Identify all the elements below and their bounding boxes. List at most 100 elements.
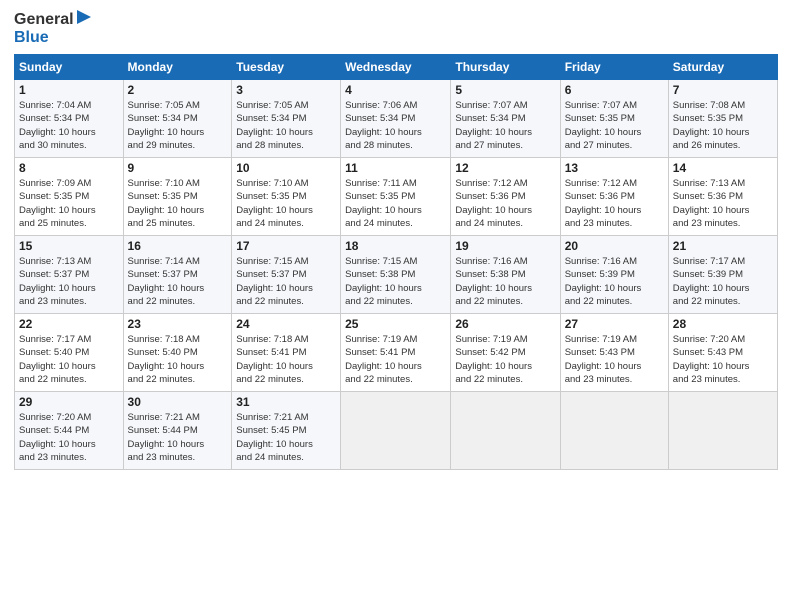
table-row xyxy=(560,392,668,470)
table-row: 24 Sunrise: 7:18 AMSunset: 5:41 PMDayligh… xyxy=(232,314,341,392)
table-row: 19 Sunrise: 7:16 AMSunset: 5:38 PMDayligh… xyxy=(451,236,560,314)
page-container: General Blue Sunday Monday Tuesday Wedne… xyxy=(0,0,792,476)
day-info: Sunrise: 7:16 AMSunset: 5:39 PMDaylight:… xyxy=(565,255,664,308)
day-info: Sunrise: 7:20 AMSunset: 5:43 PMDaylight:… xyxy=(673,333,773,386)
day-info: Sunrise: 7:12 AMSunset: 5:36 PMDaylight:… xyxy=(455,177,555,230)
calendar-week-row: 29 Sunrise: 7:20 AMSunset: 5:44 PMDayligh… xyxy=(15,392,778,470)
day-info: Sunrise: 7:21 AMSunset: 5:45 PMDaylight:… xyxy=(236,411,336,464)
table-row: 11Sunrise: 7:11 AMSunset: 5:35 PMDayligh… xyxy=(341,158,451,236)
day-number: 15 xyxy=(19,239,119,253)
day-number: 2 xyxy=(128,83,228,97)
day-info: Sunrise: 7:17 AMSunset: 5:40 PMDaylight:… xyxy=(19,333,119,386)
day-number: 7 xyxy=(673,83,773,97)
day-number: 19 xyxy=(455,239,555,253)
day-number: 27 xyxy=(565,317,664,331)
table-row: 8Sunrise: 7:09 AMSunset: 5:35 PMDaylight… xyxy=(15,158,124,236)
day-info: Sunrise: 7:10 AMSunset: 5:35 PMDaylight:… xyxy=(128,177,228,230)
day-info: Sunrise: 7:19 AMSunset: 5:42 PMDaylight:… xyxy=(455,333,555,386)
calendar-week-row: 22 Sunrise: 7:17 AMSunset: 5:40 PMDayligh… xyxy=(15,314,778,392)
day-number: 20 xyxy=(565,239,664,253)
logo: General Blue xyxy=(14,10,91,46)
table-row: 22 Sunrise: 7:17 AMSunset: 5:40 PMDayligh… xyxy=(15,314,124,392)
day-info: Sunrise: 7:17 AMSunset: 5:39 PMDaylight:… xyxy=(673,255,773,308)
day-number: 18 xyxy=(345,239,446,253)
day-info: Sunrise: 7:05 AMSunset: 5:34 PMDaylight:… xyxy=(236,99,336,152)
table-row: 27 Sunrise: 7:19 AMSunset: 5:43 PMDayligh… xyxy=(560,314,668,392)
table-row: 23Sunrise: 7:18 AMSunset: 5:40 PMDayligh… xyxy=(123,314,232,392)
day-info: Sunrise: 7:08 AMSunset: 5:35 PMDaylight:… xyxy=(673,99,773,152)
day-number: 25 xyxy=(345,317,446,331)
table-row: 16 Sunrise: 7:14 AMSunset: 5:37 PMDayligh… xyxy=(123,236,232,314)
table-row: 25 Sunrise: 7:19 AMSunset: 5:41 PMDayligh… xyxy=(341,314,451,392)
day-info: Sunrise: 7:19 AMSunset: 5:43 PMDaylight:… xyxy=(565,333,664,386)
col-wednesday: Wednesday xyxy=(341,55,451,80)
header-row: Sunday Monday Tuesday Wednesday Thursday… xyxy=(15,55,778,80)
table-row: 28 Sunrise: 7:20 AMSunset: 5:43 PMDayligh… xyxy=(668,314,777,392)
day-info: Sunrise: 7:14 AMSunset: 5:37 PMDaylight:… xyxy=(128,255,228,308)
col-saturday: Saturday xyxy=(668,55,777,80)
day-number: 13 xyxy=(565,161,664,175)
day-info: Sunrise: 7:05 AMSunset: 5:34 PMDaylight:… xyxy=(128,99,228,152)
calendar-table: Sunday Monday Tuesday Wednesday Thursday… xyxy=(14,54,778,470)
col-tuesday: Tuesday xyxy=(232,55,341,80)
day-info: Sunrise: 7:13 AMSunset: 5:36 PMDaylight:… xyxy=(673,177,773,230)
day-info: Sunrise: 7:15 AMSunset: 5:38 PMDaylight:… xyxy=(345,255,446,308)
day-info: Sunrise: 7:10 AMSunset: 5:35 PMDaylight:… xyxy=(236,177,336,230)
table-row: 21Sunrise: 7:17 AMSunset: 5:39 PMDayligh… xyxy=(668,236,777,314)
day-info: Sunrise: 7:18 AMSunset: 5:41 PMDaylight:… xyxy=(236,333,336,386)
day-number: 14 xyxy=(673,161,773,175)
day-number: 17 xyxy=(236,239,336,253)
table-row: 18 Sunrise: 7:15 AMSunset: 5:38 PMDayligh… xyxy=(341,236,451,314)
day-info: Sunrise: 7:09 AMSunset: 5:35 PMDaylight:… xyxy=(19,177,119,230)
day-number: 29 xyxy=(19,395,119,409)
table-row: 13 Sunrise: 7:12 AMSunset: 5:36 PMDayligh… xyxy=(560,158,668,236)
day-number: 24 xyxy=(236,317,336,331)
table-row: 30Sunrise: 7:21 AMSunset: 5:44 PMDayligh… xyxy=(123,392,232,470)
table-row: 17 Sunrise: 7:15 AMSunset: 5:37 PMDayligh… xyxy=(232,236,341,314)
day-info: Sunrise: 7:20 AMSunset: 5:44 PMDaylight:… xyxy=(19,411,119,464)
header: General Blue xyxy=(14,10,778,46)
day-number: 28 xyxy=(673,317,773,331)
table-row: 26 Sunrise: 7:19 AMSunset: 5:42 PMDayligh… xyxy=(451,314,560,392)
table-row: 6 Sunrise: 7:07 AMSunset: 5:35 PMDaylight… xyxy=(560,80,668,158)
day-number: 1 xyxy=(19,83,119,97)
day-number: 6 xyxy=(565,83,664,97)
table-row: 10 Sunrise: 7:10 AMSunset: 5:35 PMDayligh… xyxy=(232,158,341,236)
day-number: 12 xyxy=(455,161,555,175)
table-row: 3 Sunrise: 7:05 AMSunset: 5:34 PMDaylight… xyxy=(232,80,341,158)
table-row: 20 Sunrise: 7:16 AMSunset: 5:39 PMDayligh… xyxy=(560,236,668,314)
table-row: 14 Sunrise: 7:13 AMSunset: 5:36 PMDayligh… xyxy=(668,158,777,236)
day-info: Sunrise: 7:12 AMSunset: 5:36 PMDaylight:… xyxy=(565,177,664,230)
table-row: 15 Sunrise: 7:13 AMSunset: 5:37 PMDayligh… xyxy=(15,236,124,314)
col-sunday: Sunday xyxy=(15,55,124,80)
day-number: 30 xyxy=(128,395,228,409)
day-number: 26 xyxy=(455,317,555,331)
calendar-week-row: 1 Sunrise: 7:04 AMSunset: 5:34 PMDaylight… xyxy=(15,80,778,158)
table-row: 5 Sunrise: 7:07 AMSunset: 5:34 PMDaylight… xyxy=(451,80,560,158)
table-row: 12 Sunrise: 7:12 AMSunset: 5:36 PMDayligh… xyxy=(451,158,560,236)
day-number: 3 xyxy=(236,83,336,97)
day-number: 11 xyxy=(345,161,446,175)
table-row xyxy=(668,392,777,470)
day-number: 9 xyxy=(128,161,228,175)
day-number: 22 xyxy=(19,317,119,331)
table-row xyxy=(451,392,560,470)
calendar-week-row: 15 Sunrise: 7:13 AMSunset: 5:37 PMDayligh… xyxy=(15,236,778,314)
calendar-week-row: 8Sunrise: 7:09 AMSunset: 5:35 PMDaylight… xyxy=(15,158,778,236)
day-info: Sunrise: 7:16 AMSunset: 5:38 PMDaylight:… xyxy=(455,255,555,308)
table-row: 29 Sunrise: 7:20 AMSunset: 5:44 PMDayligh… xyxy=(15,392,124,470)
day-info: Sunrise: 7:07 AMSunset: 5:35 PMDaylight:… xyxy=(565,99,664,152)
table-row: 4Sunrise: 7:06 AMSunset: 5:34 PMDaylight… xyxy=(341,80,451,158)
day-info: Sunrise: 7:07 AMSunset: 5:34 PMDaylight:… xyxy=(455,99,555,152)
day-number: 10 xyxy=(236,161,336,175)
day-info: Sunrise: 7:15 AMSunset: 5:37 PMDaylight:… xyxy=(236,255,336,308)
table-row xyxy=(341,392,451,470)
day-number: 16 xyxy=(128,239,228,253)
col-thursday: Thursday xyxy=(451,55,560,80)
day-number: 4 xyxy=(345,83,446,97)
day-info: Sunrise: 7:04 AMSunset: 5:34 PMDaylight:… xyxy=(19,99,119,152)
table-row: 7 Sunrise: 7:08 AMSunset: 5:35 PMDaylight… xyxy=(668,80,777,158)
day-info: Sunrise: 7:19 AMSunset: 5:41 PMDaylight:… xyxy=(345,333,446,386)
day-info: Sunrise: 7:13 AMSunset: 5:37 PMDaylight:… xyxy=(19,255,119,308)
day-number: 5 xyxy=(455,83,555,97)
